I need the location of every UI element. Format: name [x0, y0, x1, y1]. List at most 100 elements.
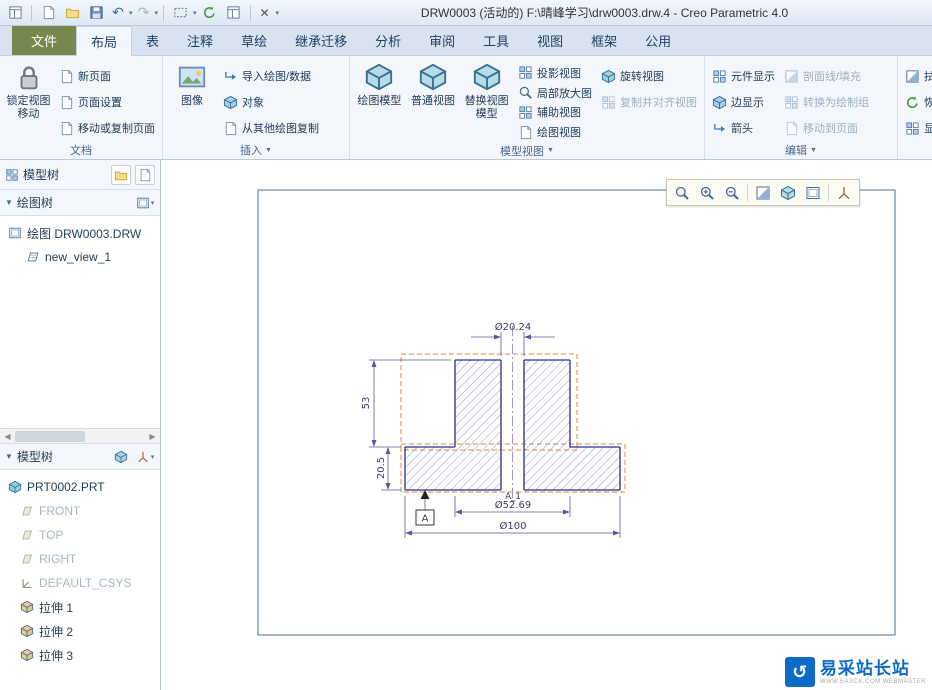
axis-label[interactable]: A_1	[505, 492, 520, 502]
watermark-brand: 易采站长站	[819, 658, 910, 678]
tree-item-default-csys[interactable]: DEFAULT_CSYS	[0, 571, 160, 595]
drawing-view-button[interactable]: 绘图视图	[516, 122, 594, 142]
tab-annotate[interactable]: 注释	[173, 26, 227, 55]
tab-table[interactable]: 表	[132, 26, 173, 55]
select-box-tool-icon[interactable]	[169, 3, 191, 23]
open-file-button[interactable]	[61, 3, 83, 23]
component-display-button[interactable]: 元件显示	[710, 63, 777, 89]
tree-item-part[interactable]: PRT0002.PRT	[0, 475, 160, 499]
tab-tools[interactable]: 工具	[469, 26, 523, 55]
close-window-icon[interactable]: ✕	[256, 6, 274, 20]
tab-file[interactable]: 文件	[12, 26, 77, 55]
settings-icon	[114, 450, 128, 464]
tree-item-front-plane[interactable]: FRONT	[0, 499, 160, 523]
tab-review[interactable]: 审阅	[415, 26, 469, 55]
scroll-right-icon[interactable]: ▶	[145, 432, 160, 441]
tree-item-right-plane[interactable]: RIGHT	[0, 547, 160, 571]
general-view-button[interactable]: 普通视图	[409, 59, 458, 142]
tree-item-extrude-2[interactable]: 拉伸 2	[0, 619, 160, 643]
page-setup-button[interactable]: 页面设置	[57, 89, 157, 115]
drawing-canvas[interactable]: Ø20.24 53 20.5 Ø52.69 Ø100 A_1 A	[161, 160, 932, 690]
model-tree-settings-button[interactable]	[111, 447, 131, 467]
dimension-flange-thickness[interactable]: 20.5	[376, 457, 387, 479]
chevron-down-icon[interactable]: ▾	[193, 9, 197, 17]
copy-from-other-drawing-button[interactable]: 从其他绘图复制	[221, 115, 321, 141]
chevron-down-icon: ▼	[265, 146, 272, 154]
new-file-button[interactable]	[37, 3, 59, 23]
favorites-button[interactable]	[135, 164, 155, 185]
image-button[interactable]: 图像	[168, 59, 216, 141]
view-manager-button[interactable]	[801, 181, 825, 204]
edge-display-button[interactable]: 边显示	[710, 89, 777, 115]
regenerate-button[interactable]	[199, 3, 221, 23]
datum-display-filter-button[interactable]	[832, 181, 856, 204]
resume-view-button[interactable]: 恢	[903, 89, 932, 115]
lock-view-movement-button[interactable]: 锁定视图 移动	[5, 59, 52, 141]
import-drawing-data-button[interactable]: 导入绘图/数据	[221, 63, 321, 89]
undo-icon[interactable]: ↶	[109, 4, 127, 21]
scrollbar-thumb[interactable]	[15, 431, 85, 442]
dimension-height[interactable]: 53	[361, 397, 372, 410]
collapse-arrow-icon[interactable]: ▼	[5, 198, 13, 207]
tab-view[interactable]: 视图	[523, 26, 577, 55]
tab-sketch[interactable]: 草绘	[227, 26, 281, 55]
drawing-tree-header[interactable]: 绘图树	[17, 194, 53, 211]
group-edit: 元件显示 边显示 箭头 剖面线/填充 转换为绘制组 移动到页面 编辑 ▼	[705, 56, 898, 159]
window-title: DRW0003 (活动的) F:\晴峰学习\drw0003.drw.4 - Cr…	[420, 6, 789, 20]
replace-view-model-button[interactable]: 替换视图 模型	[462, 59, 511, 142]
folder-browser-button[interactable]	[111, 164, 131, 185]
dimension-outer-diameter[interactable]: Ø100	[500, 520, 527, 532]
chevron-down-icon[interactable]: ▾	[129, 9, 133, 17]
display-annotations-button[interactable]: 显	[903, 115, 932, 141]
tab-analysis[interactable]: 分析	[361, 26, 415, 55]
object-button[interactable]: 对象	[221, 89, 321, 115]
tree-item-extrude-1[interactable]: 拉伸 1	[0, 595, 160, 619]
auxiliary-view-button[interactable]: 辅助视图	[516, 103, 594, 123]
tab-frame[interactable]: 框架	[577, 26, 631, 55]
new-page-button[interactable]: 新页面	[57, 63, 157, 89]
windows-button[interactable]	[223, 3, 245, 23]
group-label-edit[interactable]: 编辑 ▼	[705, 141, 897, 159]
display-style-button[interactable]	[751, 181, 775, 204]
collapse-arrow-icon[interactable]: ▼	[5, 452, 13, 461]
tree-settings-button[interactable]: ▾	[135, 193, 155, 213]
tree-item-new-view-1[interactable]: new_view_1	[0, 245, 160, 269]
zoom-out-button[interactable]	[720, 181, 744, 204]
detailed-view-button[interactable]: 局部放大图	[516, 83, 594, 103]
move-or-copy-page-button[interactable]: 移动或复制页面	[57, 115, 157, 141]
tab-legacy-migration[interactable]: 继承迁移	[281, 26, 361, 55]
group-label-model-views[interactable]: 模型视图 ▼	[350, 142, 704, 159]
drawing-tree: 绘图 DRW0003.DRW new_view_1	[0, 216, 160, 428]
divider	[249, 4, 251, 21]
zoom-in-button[interactable]	[695, 181, 719, 204]
chevron-down-icon[interactable]: ▾	[276, 9, 280, 17]
revolved-view-button[interactable]: 旋转视图	[599, 63, 699, 89]
group-label-insert[interactable]: 插入 ▼	[163, 141, 349, 159]
navigator-tab-model-tree[interactable]: 模型树	[23, 166, 59, 183]
model-tree-header[interactable]: 模型树	[17, 448, 53, 465]
tab-common[interactable]: 公用	[631, 26, 685, 55]
dimension-hole-diameter[interactable]: Ø20.24	[495, 321, 532, 333]
graphics-area[interactable]: Ø20.24 53 20.5 Ø52.69 Ø100 A_1 A ↺ 易采站长站…	[161, 160, 932, 690]
projection-view-button[interactable]: 投影视图	[516, 63, 594, 83]
tree-filter-button[interactable]: ▾	[135, 447, 155, 467]
list-icon	[136, 196, 150, 210]
scroll-left-icon[interactable]: ◀	[0, 432, 15, 441]
arrows-button[interactable]: 箭头	[710, 115, 777, 141]
app-window-icon[interactable]	[4, 3, 26, 23]
zoom-region-button[interactable]	[670, 181, 694, 204]
redo-icon[interactable]: ↷	[135, 4, 153, 21]
tab-layout[interactable]: 布局	[76, 26, 133, 56]
chevron-down-icon[interactable]: ▾	[155, 9, 159, 17]
save-button[interactable]	[85, 3, 107, 23]
tree-item-drawing[interactable]: 绘图 DRW0003.DRW	[0, 221, 160, 245]
erase-view-button[interactable]: 拭	[903, 63, 932, 89]
tree-item-top-plane[interactable]: TOP	[0, 523, 160, 547]
tree-item-extrude-3[interactable]: 拉伸 3	[0, 643, 160, 667]
saved-orientations-button[interactable]	[776, 181, 800, 204]
drawing-models-button[interactable]: 绘图模型	[355, 59, 404, 142]
datum-label[interactable]: A	[422, 514, 429, 525]
watermark-logo-icon: ↺	[784, 657, 815, 687]
tree-horizontal-scrollbar[interactable]: ◀ ▶	[0, 428, 160, 444]
convert-to-draft-group-button: 转换为绘制组	[782, 89, 871, 115]
